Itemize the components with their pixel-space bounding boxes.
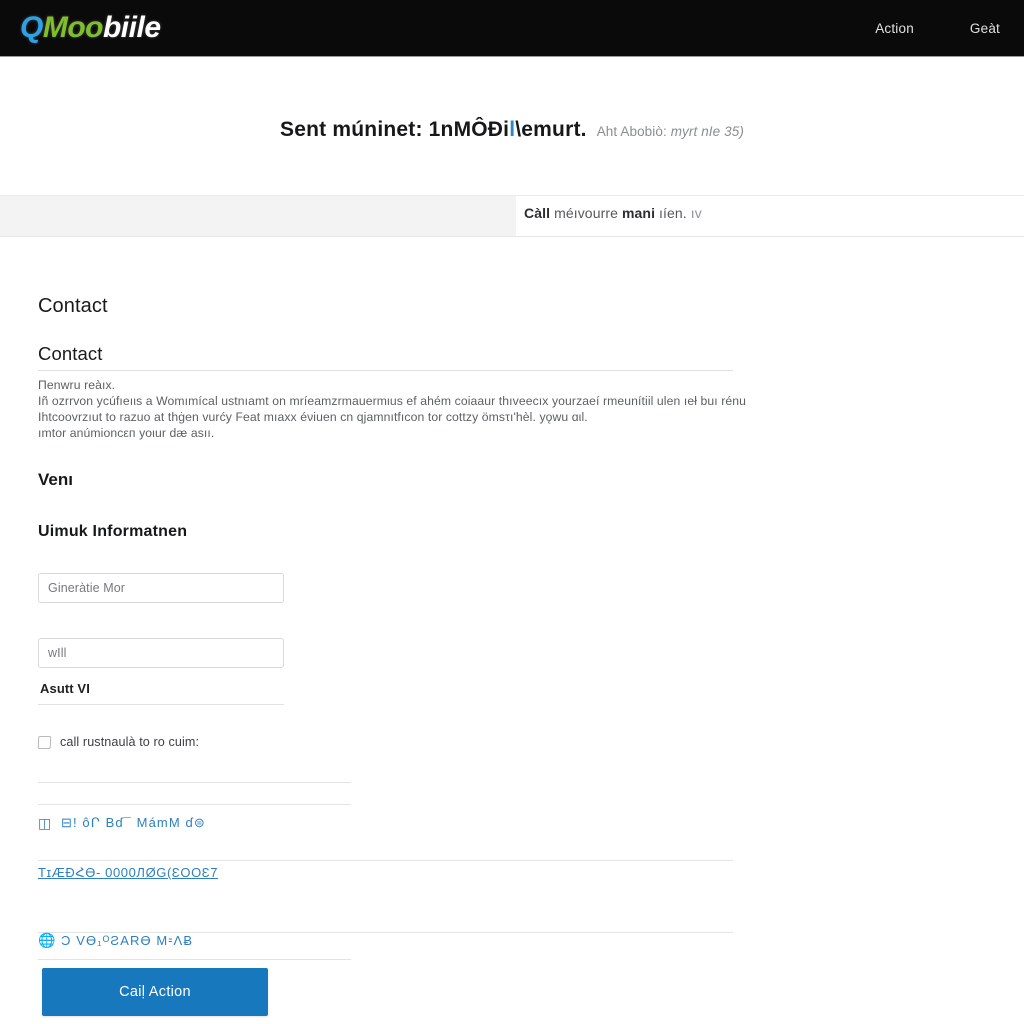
page-body: Contact Contact Πenwru reàıx. Iñ ozrrvon… — [0, 237, 1024, 1024]
hero-subtext: Aht Abobiò: myrt nIe 35) — [597, 124, 744, 139]
page-title: Contact — [38, 295, 108, 317]
link-list[interactable]: ◫ ⊟! ôՐ Bɗ¯ MámM ɗ⊜ — [38, 815, 206, 831]
link-reference[interactable]: ΤɪÆÐՀƟ- 0000ЛØG(ƐΟΟƐ7 — [38, 865, 218, 881]
paragraph-line-2: Iñ ozrrvon ycúfıeıιs a Womımícal ustnıam… — [38, 394, 747, 408]
link-divider-1 — [38, 860, 733, 861]
band-text-faint: ıv — [690, 205, 702, 221]
hero-heading-row: Sent múninet: 1nMÔÐil\emurt. Aht Abobiò:… — [280, 118, 744, 142]
link-global-label: Ͻ VƟ₁ᴼƧARƟ M⹀ΛɃ — [61, 933, 194, 948]
secondary-input[interactable] — [38, 638, 284, 668]
link-divider-3 — [38, 959, 351, 960]
link-list-label: ⊟! ôՐ Bɗ¯ MámM ɗ⊜ — [61, 815, 206, 830]
field-group-secondary — [38, 638, 284, 668]
checkbox-icon[interactable] — [37, 735, 52, 749]
band-bold-1: Càll — [524, 205, 551, 221]
paragraph-line-4: ımtor anúmioncεп yoιur dæ asıı. — [38, 426, 215, 440]
field-divider-4 — [38, 804, 351, 805]
nav-item-action[interactable]: Action — [875, 21, 914, 36]
band-text-1: méıvourre — [550, 205, 622, 221]
list-icon: ◫ — [38, 815, 53, 831]
subheader-band-text: Càll méıvourre mani ıíen. ıv — [524, 205, 702, 221]
brand-logo-part2: Moo — [42, 11, 104, 44]
hero-section: Sent múninet: 1nMÔÐil\emurt. Aht Abobiò:… — [0, 57, 1024, 195]
paragraph-line-3: Ihtcoovrzıut to razuo at thġen vurćy Fea… — [38, 410, 588, 424]
brand-logo-part1: Q — [20, 11, 43, 44]
inline-note-text: Asutt VI — [40, 681, 90, 696]
band-bold-2: mani — [621, 205, 656, 221]
field-group-name — [38, 573, 284, 603]
paragraph-line-1: Πenwru reàıx. — [38, 378, 116, 392]
brand-logo-part3: biile — [102, 11, 161, 44]
section-heading-information: Uimuk Informatnen — [38, 523, 188, 540]
hero-heading: Sent múninet: 1nMÔÐil\emurt. — [280, 118, 587, 142]
field-divider-2 — [38, 704, 284, 705]
name-input[interactable] — [38, 573, 284, 603]
site-header: QMoobiile Action Geàt — [0, 0, 1024, 57]
globe-icon: 🌐 — [38, 932, 57, 948]
field-divider-3 — [38, 782, 351, 783]
consent-checkbox-label: call rustnaulà to ro cuim: — [60, 735, 200, 749]
section-heading-contact: Contact — [38, 343, 103, 364]
nav-item-geat[interactable]: Geàt — [970, 21, 1000, 36]
hero-heading-suffix: \emurt. — [515, 118, 587, 141]
section-divider — [38, 370, 733, 371]
hero-subtext-plain: Aht Abobiò: — [596, 124, 667, 139]
link-global[interactable]: 🌐 Ͻ VƟ₁ᴼƧARƟ M⹀ΛɃ — [38, 931, 193, 949]
section-heading-veni: Venı — [38, 470, 73, 489]
consent-checkbox-row[interactable]: call rustnaulà to ro cuim: — [37, 735, 200, 749]
hero-heading-prefix: Sent múninet: 1nMÔÐi — [280, 118, 510, 141]
band-text-2: ıíen. — [655, 205, 687, 221]
intro-paragraph: Πenwru reàıx. Iñ ozrrvon ycúfıeıιs a Wom… — [38, 377, 795, 441]
call-action-button[interactable]: Caiḷ Action — [42, 968, 268, 1016]
brand-logo[interactable]: QMoobiile — [20, 13, 161, 43]
primary-nav: Action Geàt — [875, 0, 1000, 57]
link-reference-label: ΤɪÆÐՀƟ- 0000ЛØG(ƐΟΟƐ7 — [38, 865, 219, 880]
hero-subtext-italic: myrt nIe 35) — [670, 124, 744, 139]
